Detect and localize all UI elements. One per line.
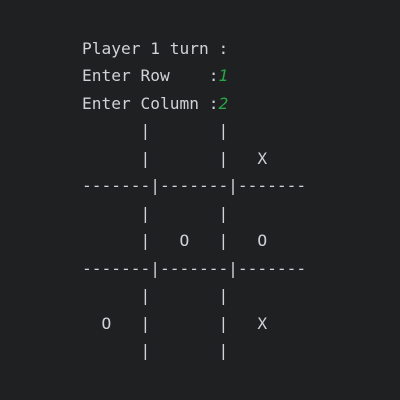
column-input-value[interactable]: 2 [218, 94, 228, 113]
board-line: | | [82, 341, 229, 360]
board-separator: -------|-------|------- [82, 176, 307, 195]
turn-prompt-text: Player 1 turn : [82, 39, 229, 58]
board-line: | O | O [82, 231, 268, 250]
board-line: | | [82, 286, 229, 305]
board-line: O | | X [82, 314, 268, 333]
console-output: Player 1 turn : Enter Row :1 Enter Colum… [0, 0, 400, 400]
column-prompt-text: Enter Column : [82, 94, 219, 113]
board-line: | | [82, 204, 229, 223]
board-line: | | X [82, 149, 268, 168]
row-prompt: Enter Row :1 [82, 66, 228, 86]
column-prompt: Enter Column :2 [82, 94, 228, 114]
turn-prompt: Player 1 turn : [82, 39, 228, 59]
row-input-value[interactable]: 1 [218, 66, 228, 85]
board-separator: -------|-------|------- [82, 259, 307, 278]
row-prompt-text: Enter Row : [82, 66, 219, 85]
board-line: | | [82, 121, 229, 140]
